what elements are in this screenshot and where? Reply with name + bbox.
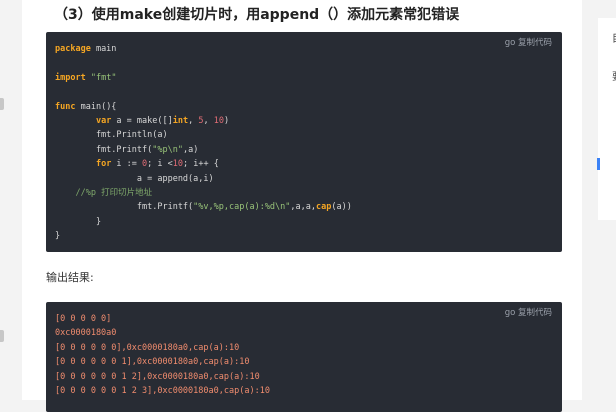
code-token: ; i <	[147, 159, 173, 170]
code-line: fmt.Printf("%p\n",a)	[55, 143, 352, 157]
output-line: [0 0 0 0 0 0 1 2],0xc0000180a0,cap(a):10	[55, 371, 260, 382]
code-token: var	[95, 115, 112, 126]
code-token: "%v,%p,cap(a):%d\n"	[193, 202, 291, 213]
copy-output-button[interactable]: go 复制代码	[505, 306, 552, 318]
code-token: cap	[316, 202, 332, 213]
code-token: i :=	[111, 159, 143, 170]
left-scroll-marker-2[interactable]	[0, 330, 4, 342]
code-token: a = append(a,i)	[55, 173, 214, 184]
code-token: int	[172, 115, 189, 126]
code-line: }	[55, 229, 352, 243]
code-token: ; i++ {	[183, 159, 219, 170]
output-label: 输出结果:	[46, 271, 94, 284]
left-scroll-marker[interactable]	[0, 98, 4, 110]
code-line: func main(){	[55, 100, 352, 114]
section-heading: （3）使用make创建切片时，用append（）添加元素常犯错误	[54, 7, 460, 23]
code-token: 10	[213, 115, 224, 126]
code-token: )	[223, 115, 230, 126]
code-token: fmt.Printf(	[55, 144, 153, 155]
code-token: import	[55, 72, 86, 83]
code-token: fmt.Println(a)	[55, 130, 168, 141]
code-block-output: go 复制代码 [0 0 0 0 0] 0xc0000180a0 [0 0 0 0 …	[46, 302, 562, 412]
code-token: //%p 打印切片地址	[75, 187, 153, 198]
code-token: }	[55, 231, 61, 242]
code-line: }	[55, 215, 352, 229]
output-line: [0 0 0 0 0]	[55, 314, 112, 324]
code-token: a = make([]	[111, 115, 173, 126]
code-line: fmt.Printf("%v,%p,cap(a):%d\n",a,a,cap(a…	[55, 200, 352, 214]
code-line: fmt.Println(a)	[55, 128, 352, 142]
output-line: [0 0 0 0 0 0 1 2 3],0xc0000180a0,cap(a):…	[55, 385, 270, 396]
toc-item[interactable]: 要	[612, 68, 616, 83]
code-line: for i := 0; i <10; i++ {	[55, 157, 352, 171]
code-token: "fmt"	[90, 72, 117, 83]
code-token: main	[90, 44, 117, 54]
code-line: a = append(a,i)	[55, 172, 352, 186]
code-token: package	[55, 44, 91, 54]
code-line: import "fmt"	[55, 71, 352, 85]
output-lines: [0 0 0 0 0] 0xc0000180a0 [0 0 0 0 0 0],0xc…	[55, 312, 270, 398]
toc-title: 目	[612, 30, 616, 45]
code-line: var a = make([]int, 5, 10)	[55, 114, 352, 128]
output-line: [0 0 0 0 0 0 1],0xc0000180a0,cap(a):10	[55, 357, 250, 368]
code-token: (a))	[331, 202, 352, 213]
article-content: （3）使用make创建切片时，用append（）添加元素常犯错误 go 复制代码…	[22, 0, 582, 412]
code-token: ,	[203, 115, 214, 126]
output-line: 0xc0000180a0	[55, 328, 117, 339]
toc-active-indicator	[597, 158, 600, 170]
copy-code-button[interactable]: go 复制代码	[505, 36, 552, 48]
code-line: package main	[55, 42, 352, 56]
code-token: ,	[188, 115, 199, 126]
toc-panel	[598, 18, 616, 220]
code-token: for	[95, 159, 112, 170]
code-token: fmt.Printf(	[55, 202, 194, 213]
code-block-source: go 复制代码 package main import "fmt" func mai…	[46, 32, 562, 252]
code-token: }	[55, 216, 102, 227]
output-line: [0 0 0 0 0 0],0xc0000180a0,cap(a):10	[55, 342, 240, 353]
code-token: 10	[172, 159, 183, 170]
code-lines: package main import "fmt" func main(){ var…	[55, 42, 352, 243]
code-token: main(){	[75, 101, 117, 112]
code-token: ,a)	[182, 144, 199, 155]
code-token: ,a,a,	[290, 202, 316, 213]
code-token: func	[55, 101, 76, 112]
code-line: //%p 打印切片地址	[55, 186, 352, 200]
code-token: "%p\n"	[152, 144, 183, 155]
